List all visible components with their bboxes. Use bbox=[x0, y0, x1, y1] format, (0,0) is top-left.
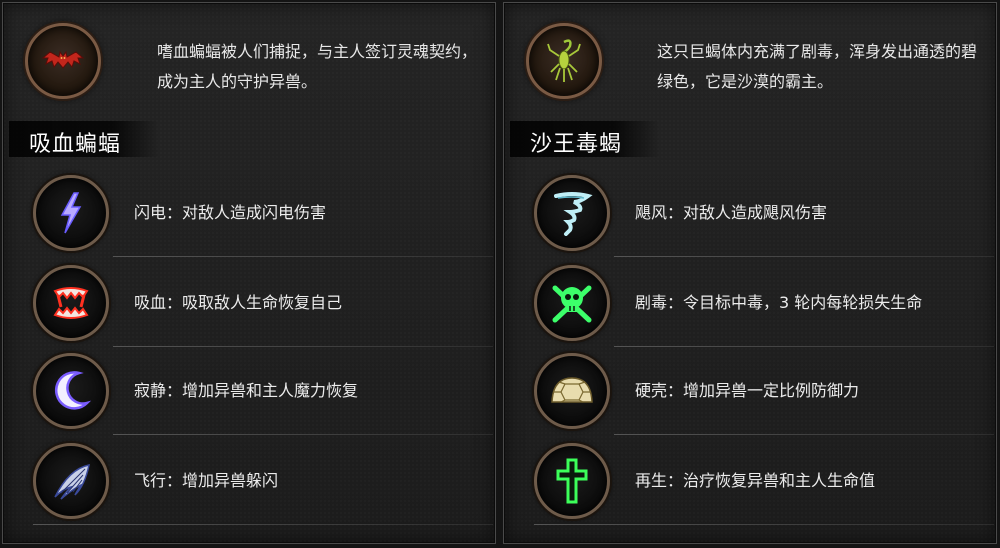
cross-icon bbox=[556, 458, 588, 504]
pet-portrait[interactable] bbox=[25, 23, 101, 99]
skill-icon-button[interactable] bbox=[33, 175, 109, 251]
pet-portrait[interactable] bbox=[526, 23, 602, 99]
pet-description: 这只巨蝎体内充满了剧毒，浑身发出通透的碧绿色，它是沙漠的霸主。 bbox=[657, 42, 978, 91]
skill-row: 吸血：吸取敌人生命恢复自己 bbox=[3, 259, 497, 349]
skill-label: 吸血：吸取敌人生命恢复自己 bbox=[134, 293, 343, 312]
skill-row: 硬壳：增加异兽一定比例防御力 bbox=[504, 347, 998, 437]
skill-row: 寂静：增加异兽和主人魔力恢复 bbox=[3, 347, 497, 437]
skill-icon-button[interactable] bbox=[534, 353, 610, 429]
pet-name-bar: 沙王毒蝎 bbox=[510, 121, 660, 157]
crescent-moon-icon bbox=[54, 371, 92, 410]
skill-row: 飓风：对敌人造成飓风伤害 bbox=[504, 169, 998, 259]
skill-label: 再生：治疗恢复异兽和主人生命值 bbox=[635, 471, 876, 490]
tornado-icon bbox=[554, 192, 593, 236]
pet-panel-bat: 嗜血蝙蝠被人们捕捉，与主人签订灵魂契约，成为主人的守护异兽。 吸血蝙蝠 闪电：对… bbox=[2, 2, 496, 544]
skill-icon-button[interactable] bbox=[534, 265, 610, 341]
skill-icon-button[interactable] bbox=[534, 175, 610, 251]
divider bbox=[113, 434, 493, 435]
bat-icon bbox=[41, 50, 85, 69]
pet-name: 沙王毒蝎 bbox=[530, 132, 623, 157]
pet-description: 嗜血蝙蝠被人们捕捉，与主人签订灵魂契约，成为主人的守护异兽。 bbox=[157, 42, 478, 91]
divider bbox=[614, 434, 994, 435]
fangs-icon bbox=[53, 287, 89, 319]
skill-label: 剧毒：令目标中毒，3 轮内每轮损失生命 bbox=[635, 293, 923, 312]
skill-label: 飓风：对敌人造成飓风伤害 bbox=[635, 203, 828, 222]
divider bbox=[33, 524, 493, 525]
skill-row: 再生：治疗恢复异兽和主人生命值 bbox=[504, 437, 998, 527]
turtle-shell-icon bbox=[551, 377, 593, 403]
skill-row: 闪电：对敌人造成闪电伤害 bbox=[3, 169, 497, 259]
skill-icon-button[interactable] bbox=[534, 443, 610, 519]
skill-icon-button[interactable] bbox=[33, 265, 109, 341]
lightning-icon bbox=[60, 192, 82, 234]
scorpion-icon bbox=[547, 39, 581, 82]
skill-row: 飞行：增加异兽躲闪 bbox=[3, 437, 497, 527]
divider bbox=[113, 256, 493, 257]
skill-label: 飞行：增加异兽躲闪 bbox=[134, 471, 279, 490]
pet-name: 吸血蝙蝠 bbox=[29, 132, 122, 157]
pet-info-screen: 嗜血蝙蝠被人们捕捉，与主人签订灵魂契约，成为主人的守护异兽。 吸血蝙蝠 闪电：对… bbox=[0, 0, 1000, 548]
skull-crossbones-icon bbox=[552, 285, 592, 323]
divider bbox=[534, 524, 994, 525]
skill-row: 剧毒：令目标中毒，3 轮内每轮损失生命 bbox=[504, 259, 998, 349]
skill-icon-button[interactable] bbox=[33, 353, 109, 429]
skill-label: 硬壳：增加异兽一定比例防御力 bbox=[635, 381, 860, 400]
wing-icon bbox=[54, 464, 90, 500]
pet-panel-scorpion: 这只巨蝎体内充满了剧毒，浑身发出通透的碧绿色，它是沙漠的霸主。 沙王毒蝎 飓风：… bbox=[503, 2, 997, 544]
pet-name-bar: 吸血蝙蝠 bbox=[9, 121, 159, 157]
skill-label: 闪电：对敌人造成闪电伤害 bbox=[134, 203, 327, 222]
skill-label: 寂静：增加异兽和主人魔力恢复 bbox=[134, 381, 359, 400]
divider bbox=[614, 256, 994, 257]
skill-icon-button[interactable] bbox=[33, 443, 109, 519]
